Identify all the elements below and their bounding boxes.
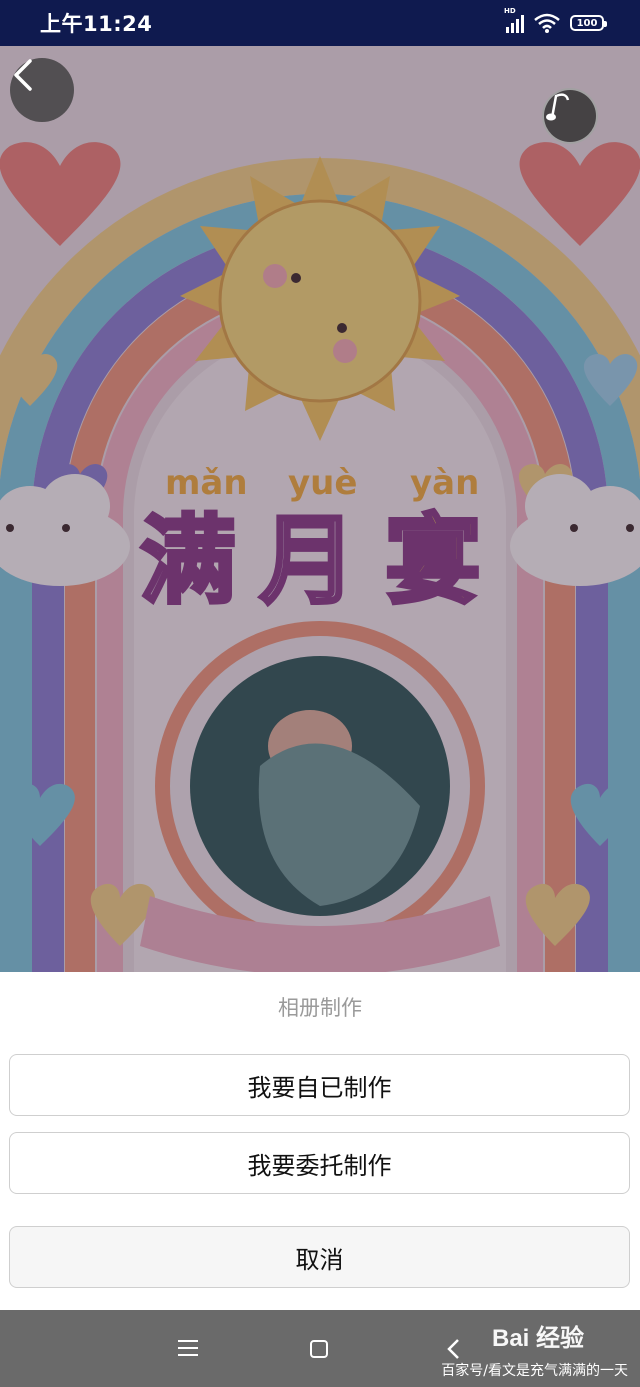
self-make-button[interactable]: 我要自已制作 — [9, 1054, 630, 1116]
watermark-caption: 百家号/看文是充气满满的一天 — [441, 1363, 628, 1379]
dim-overlay — [0, 46, 640, 972]
status-icons: HD 100 — [504, 7, 607, 33]
home-icon[interactable] — [310, 1340, 328, 1358]
watermark-logo: Bai 经验 — [492, 1325, 585, 1352]
status-bar: 上午11:24 HD 100 — [0, 0, 640, 46]
poster-preview: mǎn yuè yàn 满 月 宴 — [0, 46, 640, 972]
cancel-button[interactable]: 取消 — [9, 1226, 630, 1288]
entrust-make-button[interactable]: 我要委托制作 — [9, 1132, 630, 1194]
wifi-icon — [534, 13, 560, 33]
battery-icon: 100 — [570, 15, 607, 31]
cellular-signal-icon: HD — [504, 7, 524, 33]
back-icon[interactable] — [446, 1338, 462, 1360]
network-type-label: HD — [504, 7, 516, 15]
menu-icon[interactable] — [178, 1340, 198, 1356]
back-button[interactable] — [10, 58, 74, 122]
status-time: 上午11:24 — [40, 12, 153, 36]
sheet-title: 相册制作 — [278, 996, 362, 1020]
chevron-left-icon — [14, 59, 32, 91]
music-button[interactable] — [542, 88, 598, 144]
action-sheet: 相册制作 我要自已制作 我要委托制作 取消 — [0, 972, 640, 1310]
navigation-bar: Bai 经验 百家号/看文是充气满满的一天 — [0, 1310, 640, 1387]
music-note-icon — [546, 93, 570, 121]
